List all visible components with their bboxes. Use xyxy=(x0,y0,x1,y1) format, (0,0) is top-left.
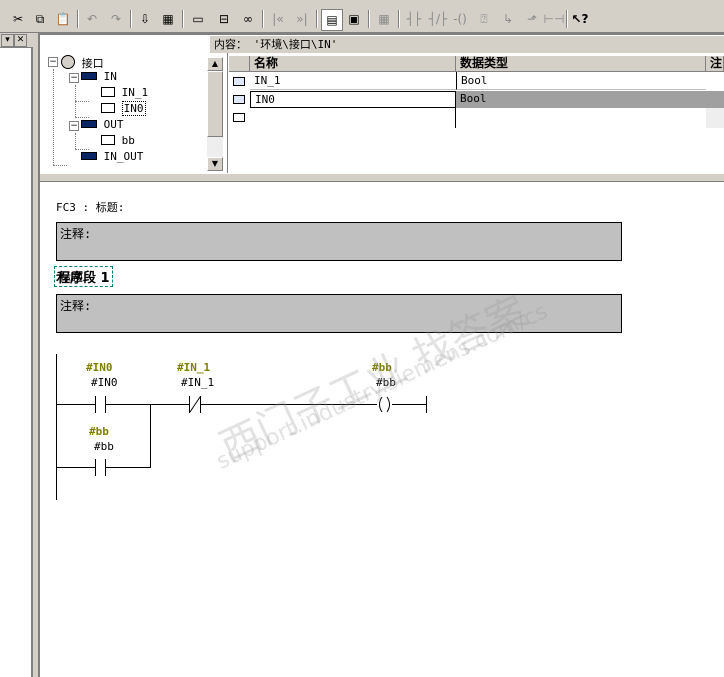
no-contact-icon[interactable]: ┤/├ xyxy=(428,9,448,29)
table-row-icon xyxy=(229,108,250,126)
undo-icon[interactable]: ↶ xyxy=(82,9,102,29)
tree-item-in0-label: IN0 xyxy=(121,101,146,116)
detail-icon[interactable]: ▣ xyxy=(344,9,364,29)
tree-item-in-1[interactable]: IN_1 xyxy=(101,85,148,101)
contact-in1-symbol[interactable]: #IN_1 xyxy=(177,361,210,374)
first-network-icon[interactable]: |« xyxy=(268,9,288,29)
coil-left xyxy=(379,396,383,413)
table-row-icon xyxy=(229,72,250,90)
table-cell-name[interactable]: IN_1 xyxy=(250,72,456,90)
tree-item-interface[interactable]: 接口 xyxy=(61,53,104,70)
table-cell-name-editing[interactable]: IN0 xyxy=(250,91,456,108)
copy-icon[interactable]: ⧉ xyxy=(30,9,50,29)
declaration-icon xyxy=(81,120,97,128)
redo-icon[interactable]: ↷ xyxy=(106,9,126,29)
interface-icon xyxy=(61,55,75,69)
coil-icon[interactable]: -() xyxy=(450,9,470,29)
collapse-out-toggle[interactable]: − xyxy=(69,121,79,131)
scroll-thumb[interactable] xyxy=(207,71,223,137)
collapse-root-toggle[interactable]: − xyxy=(48,57,58,67)
ladder-diagram xyxy=(56,354,427,500)
tree-item-out-label: OUT xyxy=(103,118,124,131)
coil-bb-symbol[interactable]: #bb xyxy=(372,361,392,374)
collapse-in-toggle[interactable]: − xyxy=(69,73,79,83)
contact-bb-symbol[interactable]: #bb xyxy=(89,425,109,438)
paste-icon[interactable]: 📋 xyxy=(53,9,73,29)
tree-item-in[interactable]: IN xyxy=(81,69,117,85)
cut-icon[interactable]: ✂ xyxy=(8,9,28,29)
close-branch-icon[interactable]: ⬏ xyxy=(522,9,542,29)
coil-right xyxy=(386,396,390,413)
content-label: 内容： xyxy=(214,38,247,51)
variable-icon xyxy=(101,87,115,97)
overview-icon[interactable]: ▤ xyxy=(321,9,343,31)
tree-item-bb[interactable]: bb xyxy=(101,133,135,149)
tree-item-bb-label: bb xyxy=(121,134,135,147)
tree-item-in-out[interactable]: IN_OUT xyxy=(81,149,143,165)
interface-tree: − 接口 − IN IN_1 IN0 − OUT bb IN_OUT xyxy=(41,53,228,174)
table-cell-type[interactable]: Bool xyxy=(456,72,706,90)
last-network-icon[interactable]: »| xyxy=(292,9,312,29)
tree-item-in-label: IN xyxy=(103,70,117,83)
contact-icon[interactable]: ┤├ xyxy=(404,9,424,29)
contact-in1-slash xyxy=(189,396,201,413)
pane-splitter[interactable] xyxy=(40,173,724,182)
glasses-icon[interactable]: ∞ xyxy=(238,9,258,29)
scroll-up-icon[interactable]: ▲ xyxy=(207,57,223,71)
close-icon[interactable]: ✕ xyxy=(14,34,27,47)
connection-icon[interactable]: ⊢⊣ xyxy=(544,9,565,29)
variable-icon xyxy=(101,103,115,113)
open-icon[interactable]: ▭ xyxy=(188,9,208,29)
table-cell-type-selected[interactable]: Bool xyxy=(456,91,724,108)
help-icon[interactable]: ↖? xyxy=(570,9,590,29)
declaration-icon xyxy=(81,152,97,160)
branch-icon[interactable]: ↳ xyxy=(498,9,518,29)
tree-item-out[interactable]: OUT xyxy=(81,117,124,133)
contact-in0-address[interactable]: #IN0 xyxy=(91,376,118,389)
tree-scrollbar[interactable]: ▲ ▼ xyxy=(207,57,223,171)
row-header-corner xyxy=(229,56,250,72)
scroll-down-icon[interactable]: ▼ xyxy=(207,157,223,171)
pin-icon[interactable]: ▾ xyxy=(1,34,14,47)
toolbar: ✂ ⧉ 📋 ↶ ↷ ⇩ ▦ ▭ ⊟ ∞ |« »| ▤ ▣ ▦ ┤├ ┤/├ -… xyxy=(0,6,724,33)
declaration-icon xyxy=(81,72,97,80)
column-header-type[interactable]: 数据类型 xyxy=(456,56,706,72)
monitor-icon[interactable]: ▦ xyxy=(158,9,178,29)
tree-item-in-1-label: IN_1 xyxy=(121,86,149,99)
tree-item-in-out-label: IN_OUT xyxy=(103,150,144,163)
content-path-bar: 内容： '环境\接口\IN' xyxy=(210,36,724,53)
contact-in0-symbol[interactable]: #IN0 xyxy=(86,361,113,374)
empty-box-icon[interactable]: ⍰ xyxy=(474,9,494,29)
contact-in1-address[interactable]: #IN_1 xyxy=(181,376,214,389)
network-icon[interactable]: ⊟ xyxy=(214,9,234,29)
variable-icon xyxy=(101,135,115,145)
contact-bb-address[interactable]: #bb xyxy=(94,440,114,453)
column-header-comment[interactable]: 注 xyxy=(706,56,724,72)
left-dock-pane xyxy=(0,33,33,677)
coil-bb-address[interactable]: #bb xyxy=(376,376,396,389)
content-path: '环境\接口\IN' xyxy=(253,38,338,51)
box-icon[interactable]: ▦ xyxy=(374,9,394,29)
variable-table: 名称 数据类型 注 IN_1 Bool IN0 Bool xyxy=(229,56,724,128)
ladder-editor: FC3 : 标题: 注释: 程序段 1 :标题: 注释: #IN0 #IN0 #… xyxy=(41,182,724,677)
download-icon[interactable]: ⇩ xyxy=(135,9,155,29)
tree-item-in0[interactable]: IN0 xyxy=(101,101,146,117)
column-header-name[interactable]: 名称 xyxy=(250,56,456,72)
table-row-icon xyxy=(229,90,250,108)
